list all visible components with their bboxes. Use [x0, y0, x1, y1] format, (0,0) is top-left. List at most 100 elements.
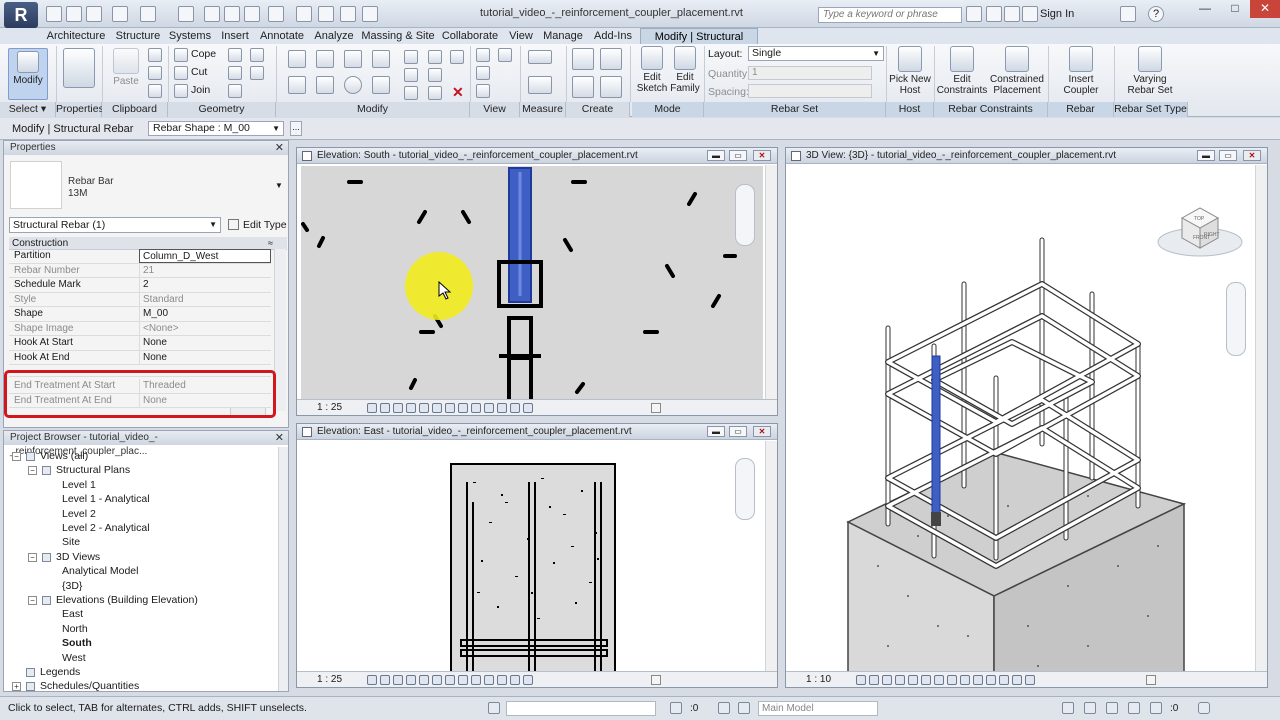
open-icon[interactable] [46, 6, 62, 22]
edit-sketch-button[interactable]: Edit Sketch [636, 46, 668, 94]
search-input[interactable]: Type a keyword or phrase [818, 7, 962, 23]
save-icon[interactable] [66, 6, 82, 22]
browser-item[interactable]: North [62, 622, 88, 636]
switch-windows-icon[interactable] [362, 6, 378, 22]
tab-annotate[interactable]: Annotate [256, 28, 308, 44]
close-view-button[interactable]: ✕ [1243, 150, 1261, 161]
expand-icon[interactable]: + [12, 682, 21, 692]
tab-manage[interactable]: Manage [540, 28, 586, 44]
tab-structure[interactable]: Structure [112, 28, 164, 44]
navigation-bar[interactable] [735, 458, 755, 520]
measure-between-icon[interactable] [528, 50, 552, 64]
edit-family-button[interactable]: Edit Family [668, 46, 702, 94]
constrained-placement-button[interactable]: Constrained Placement [988, 46, 1046, 96]
tab-collaborate[interactable]: Collaborate [438, 28, 502, 44]
south-elevation-canvas[interactable] [301, 166, 763, 400]
tab-view[interactable]: View [504, 28, 538, 44]
user-icon[interactable] [1022, 6, 1038, 22]
cut-geometry-label[interactable]: Cut [191, 66, 207, 78]
paint-icon[interactable] [228, 84, 242, 98]
tab-massing-site[interactable]: Massing & Site [360, 28, 436, 44]
browser-item[interactable]: West [62, 651, 86, 665]
horizontal-scroll-thumb[interactable] [1146, 675, 1156, 685]
pin-multi-icon[interactable] [428, 86, 442, 100]
tab-insert[interactable]: Insert [216, 28, 254, 44]
tab-modify-structural-rebar[interactable]: Modify | Structural Rebar [640, 28, 758, 59]
browser-item[interactable]: {3D} [62, 579, 82, 593]
browser-scrollbar[interactable] [278, 447, 288, 691]
minimize-view-button[interactable]: ▬ [707, 426, 725, 437]
browser-item[interactable]: Site [62, 535, 80, 549]
hide-element-icon[interactable] [476, 48, 490, 62]
tab-systems[interactable]: Systems [166, 28, 214, 44]
sync-icon[interactable] [86, 6, 102, 22]
linework-icon[interactable] [476, 84, 490, 98]
search-icon[interactable] [966, 6, 982, 22]
collapse-icon[interactable]: − [28, 552, 37, 562]
property-row[interactable]: Schedule Mark 2 [9, 278, 271, 293]
favorites-icon[interactable] [1004, 6, 1020, 22]
spacing-field[interactable] [748, 84, 872, 98]
design-options-icon[interactable] [738, 702, 750, 714]
measure-icon[interactable] [178, 6, 194, 22]
3d-canvas[interactable]: FRONT RIGHT TOP [788, 166, 1254, 672]
move-icon[interactable] [288, 76, 306, 94]
close-view-button[interactable]: ✕ [753, 150, 771, 161]
create-group-icon[interactable] [600, 48, 622, 70]
browser-item[interactable]: 3D Views [56, 550, 100, 564]
selected-rebar-3d[interactable] [931, 355, 941, 525]
cope-label[interactable]: Cope [191, 48, 216, 60]
restore-view-button[interactable]: ▭ [729, 150, 747, 161]
pin-icon[interactable] [428, 50, 442, 64]
minimize-view-button[interactable]: ▬ [707, 150, 725, 161]
select-links-icon[interactable] [1062, 702, 1074, 714]
cut-geometry-icon[interactable] [174, 66, 188, 80]
property-row[interactable]: Hook At End None [9, 350, 271, 365]
drag-elements-icon[interactable] [1150, 702, 1162, 714]
more-options-button[interactable]: ... [290, 121, 302, 136]
property-row[interactable]: Partition Column_D_West [9, 249, 271, 264]
close-icon[interactable]: ✕ [275, 141, 284, 155]
beam-join-icon[interactable] [250, 66, 264, 80]
split-icon[interactable] [404, 50, 418, 64]
maximize-button[interactable]: □ [1220, 0, 1250, 18]
tab-add-ins[interactable]: Add-Ins [588, 28, 638, 44]
tab-architecture[interactable]: Architecture [42, 28, 110, 44]
type-selector[interactable]: Rebar Bar 13M [68, 176, 114, 200]
redo-icon[interactable] [140, 6, 156, 22]
text-icon[interactable] [244, 6, 260, 22]
property-value[interactable]: Column_D_West [139, 249, 271, 263]
join-label[interactable]: Join [191, 84, 210, 96]
view-control-icons[interactable] [367, 403, 536, 413]
wall-joins-icon[interactable] [228, 48, 242, 62]
restore-view-button[interactable]: ▭ [1219, 150, 1237, 161]
browser-item[interactable]: Level 2 [62, 507, 96, 521]
navigation-bar[interactable] [735, 184, 755, 246]
quantity-field[interactable]: 1 [748, 66, 872, 80]
copy-element-icon[interactable] [316, 76, 334, 94]
pick-new-host-button[interactable]: Pick New Host [888, 46, 932, 96]
vertical-scrollbar[interactable] [765, 165, 777, 401]
workset-dropdown[interactable] [506, 701, 656, 716]
rebar-shape-dropdown[interactable]: Rebar Shape : M_00 ▼ [148, 121, 284, 136]
create-assembly-icon[interactable] [572, 76, 594, 98]
join-icon[interactable] [174, 84, 188, 98]
edit-constraints-button[interactable]: Edit Constraints [936, 46, 988, 96]
override-graphics-icon[interactable] [476, 66, 490, 80]
browser-item[interactable]: Schedules/Quantities [40, 679, 139, 693]
close-hidden-icon[interactable] [340, 6, 356, 22]
cut-icon[interactable] [148, 48, 162, 62]
varying-rebar-set-button[interactable]: Varying Rebar Set [1120, 46, 1180, 96]
worksets-icon[interactable] [488, 702, 500, 714]
tag-icon[interactable] [224, 6, 240, 22]
insert-coupler-button[interactable]: Insert Coupler [1054, 46, 1108, 96]
navigation-bar[interactable] [1226, 282, 1246, 356]
create-similar-icon[interactable] [572, 48, 594, 70]
property-value[interactable]: None [139, 336, 271, 350]
tab-analyze[interactable]: Analyze [310, 28, 358, 44]
trim-icon[interactable] [372, 76, 390, 94]
mirror-draw-icon[interactable] [372, 50, 390, 68]
minimize-button[interactable]: — [1190, 0, 1220, 18]
3d-view-icon[interactable] [268, 6, 284, 22]
edit-type-button[interactable]: Edit Type [228, 217, 287, 233]
